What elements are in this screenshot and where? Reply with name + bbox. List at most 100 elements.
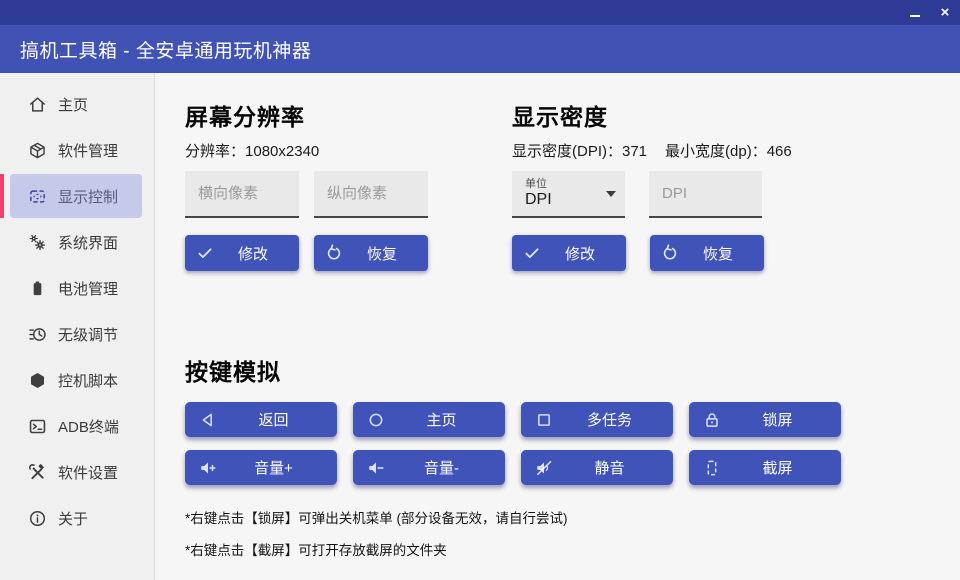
sidebar-item-label: 主页 [58,94,88,115]
key-button-label: 锁屏 [722,409,841,430]
key-button-label: 静音 [554,457,673,478]
width-pixels-input[interactable] [185,171,299,216]
min-width-value: 466 [767,143,792,160]
lock-screen-note: *右键点击【锁屏】可弹出关机菜单 (部分设备无效，请自行尝试) [185,507,960,527]
hexagon-icon [28,371,47,390]
lock-screen-key-button[interactable]: 锁屏 [689,402,841,437]
key-button-label: 多任务 [554,409,673,430]
volume-minus-icon [366,458,386,478]
back-triangle-icon [198,410,218,430]
volume-down-key-button[interactable]: 音量- [353,450,505,485]
sidebar-item-app-settings[interactable]: 软件设置 [0,450,154,494]
screenshot-note: *右键点击【截屏】可打开存放截屏的文件夹 [185,539,960,559]
screenshot-key-button[interactable]: 截屏 [689,450,841,485]
density-title: 显示密度 [512,103,960,131]
density-restore-button[interactable]: 恢复 [650,235,764,271]
sidebar-item-system-ui[interactable]: 系统界面 [0,220,154,264]
density-stats: 显示密度(DPI)：371 最小宽度(dp)：466 [512,140,960,158]
resolution-modify-button[interactable]: 修改 [185,235,299,271]
button-label: 恢复 [679,243,764,264]
current-resolution: 分辨率：1080x2340 [185,140,512,158]
footnotes: *右键点击【锁屏】可弹出关机菜单 (部分设备无效，请自行尝试) *右键点击【截屏… [185,507,960,559]
home-icon [28,95,47,114]
resolution-value: 1080x2340 [245,143,319,160]
density-modify-button[interactable]: 修改 [512,235,626,271]
sidebar-item-label: 系统界面 [58,232,118,253]
resolution-restore-button[interactable]: 恢复 [314,235,428,271]
sidebar-item-label: 显示控制 [58,186,118,207]
sidebar-item-adb-terminal[interactable]: ADB终端 [0,404,154,448]
back-key-button[interactable]: 返回 [185,402,337,437]
key-button-label: 主页 [386,409,505,430]
check-icon [196,244,214,262]
close-button[interactable]: × [930,0,960,25]
sidebar-item-display-control[interactable]: 显示控制 [10,174,142,218]
content-area: 屏幕分辨率 分辨率：1080x2340 修改 [155,73,960,580]
key-button-label: 返回 [218,409,337,430]
height-field-wrap [314,171,428,218]
close-icon: × [941,5,950,20]
keysim-title: 按键模拟 [185,358,960,386]
keysim-row-1: 返回 主页 多任务 锁屏 [185,402,960,437]
display-control-icon [28,187,47,206]
sidebar-item-about[interactable]: 关于 [0,496,154,540]
recents-key-button[interactable]: 多任务 [521,402,673,437]
package-icon [28,141,47,160]
sidebar-item-label: 电池管理 [58,278,118,299]
button-label: 恢复 [343,243,428,264]
title-bar: × [0,0,960,25]
minimize-button[interactable] [900,0,930,25]
minimize-icon [910,15,920,17]
recents-square-icon [534,410,554,430]
app-header: 搞机工具箱 - 全安卓通用玩机神器 [0,25,960,73]
mute-key-button[interactable]: 静音 [521,450,673,485]
button-label: 修改 [541,243,626,264]
restore-icon [661,244,679,262]
sidebar: 主页 软件管理 显示控制 系统界面 电池管理 无级调节 [0,73,155,580]
sidebar-item-home[interactable]: 主页 [0,82,154,126]
mute-icon [534,458,554,478]
sidebar-item-control-script[interactable]: 控机脚本 [0,358,154,402]
unit-dropdown-value: DPI [525,191,552,209]
volume-plus-icon [198,458,218,478]
restore-icon [325,244,343,262]
resolution-label: 分辨率： [185,143,245,160]
resolution-section: 屏幕分辨率 分辨率：1080x2340 修改 [185,103,512,271]
home-key-button[interactable]: 主页 [353,402,505,437]
width-field-wrap [185,171,299,218]
lock-icon [702,410,722,430]
min-width-label: 最小宽度(dp)： [665,143,767,160]
home-circle-icon [366,410,386,430]
unit-dropdown-label: 单位 [525,178,552,191]
sidebar-item-label: 关于 [58,508,88,529]
key-button-label: 截屏 [722,457,841,478]
volume-up-key-button[interactable]: 音量+ [185,450,337,485]
screenshot-phone-icon [702,458,722,478]
height-pixels-input[interactable] [314,171,428,216]
dpi-label: 显示密度(DPI)： [512,143,622,160]
density-section: 显示密度 显示密度(DPI)：371 最小宽度(dp)：466 单位 DPI [512,103,960,271]
app-title: 搞机工具箱 - 全安卓通用玩机神器 [20,36,311,63]
sidebar-item-label: 软件管理 [58,140,118,161]
resolution-title: 屏幕分辨率 [185,103,512,131]
dpi-field-wrap [649,171,762,218]
unit-dropdown[interactable]: 单位 DPI [512,171,625,218]
sidebar-item-label: 软件设置 [58,462,118,483]
sidebar-item-label: 控机脚本 [58,370,118,391]
sidebar-item-app-management[interactable]: 软件管理 [0,128,154,172]
gears-icon [28,233,47,252]
terminal-icon [28,417,47,436]
info-icon [28,509,47,528]
key-button-label: 音量+ [218,457,337,478]
dpi-value: 371 [622,143,647,160]
sidebar-item-battery[interactable]: 电池管理 [0,266,154,310]
chevron-down-icon [606,191,616,197]
dpi-input[interactable] [649,171,762,216]
battery-icon [28,279,47,298]
button-label: 修改 [214,243,299,264]
check-icon [523,244,541,262]
keysim-row-2: 音量+ 音量- 静音 截屏 [185,450,960,485]
sidebar-item-label: ADB终端 [58,416,119,437]
sidebar-item-stepless-adjust[interactable]: 无级调节 [0,312,154,356]
tools-icon [28,463,47,482]
